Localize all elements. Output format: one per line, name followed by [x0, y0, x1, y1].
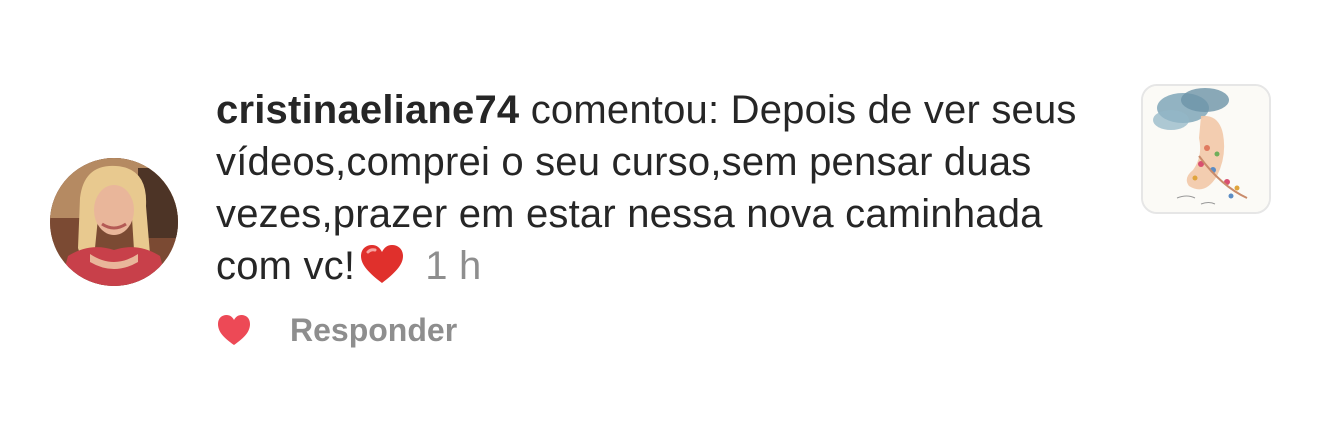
comment-verb: comentou: — [530, 88, 720, 132]
comment-notification: cristinaeliane74 comentou: Depois de ver… — [0, 0, 1320, 421]
heart-icon[interactable] — [216, 313, 252, 347]
heart-emoji — [361, 245, 404, 283]
timestamp: 1 h — [425, 244, 482, 288]
post-thumbnail-art — [1143, 86, 1269, 212]
avatar[interactable] — [50, 158, 178, 286]
comment-actions: Responder — [216, 306, 457, 354]
avatar-photo — [50, 158, 178, 286]
username[interactable]: cristinaeliane74 — [216, 88, 519, 132]
reply-button[interactable]: Responder — [290, 312, 457, 349]
comment-text: cristinaeliane74 comentou: Depois de ver… — [216, 84, 1116, 292]
post-thumbnail[interactable] — [1141, 84, 1271, 214]
